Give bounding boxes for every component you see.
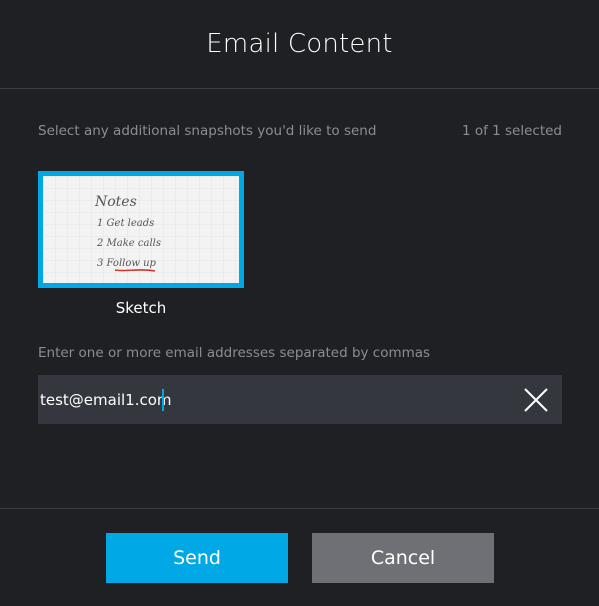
send-button[interactable]: Send	[106, 533, 288, 583]
sketch-line-2: 2 Make calls	[96, 238, 161, 249]
cancel-button[interactable]: Cancel	[312, 533, 494, 583]
footer-divider	[0, 508, 599, 509]
snapshot-thumbnail-sketch[interactable]: Notes 1 Get leads 2 Make calls 3 Follow …	[38, 171, 244, 288]
sketch-line-3: 3 Follow up	[97, 258, 157, 269]
snapshot-hint: Select any additional snapshots you'd li…	[38, 123, 377, 139]
email-field-container	[38, 375, 562, 424]
sketch-line-0: Notes	[94, 194, 137, 210]
email-content-dialog: Email Content Select any additional snap…	[0, 0, 599, 606]
header-divider	[0, 88, 599, 89]
text-caret	[162, 389, 164, 411]
email-input[interactable]	[38, 375, 508, 424]
close-icon	[524, 388, 548, 412]
sketch-preview-image: Notes 1 Get leads 2 Make calls 3 Follow …	[43, 176, 239, 283]
email-hint: Enter one or more email addresses separa…	[38, 345, 431, 361]
clear-email-button[interactable]	[518, 382, 554, 418]
dialog-title: Email Content	[206, 29, 393, 59]
selected-count: 1 of 1 selected	[461, 123, 562, 139]
sketch-line-1: 1 Get leads	[97, 218, 154, 229]
snapshot-caption: Sketch	[115, 299, 167, 317]
